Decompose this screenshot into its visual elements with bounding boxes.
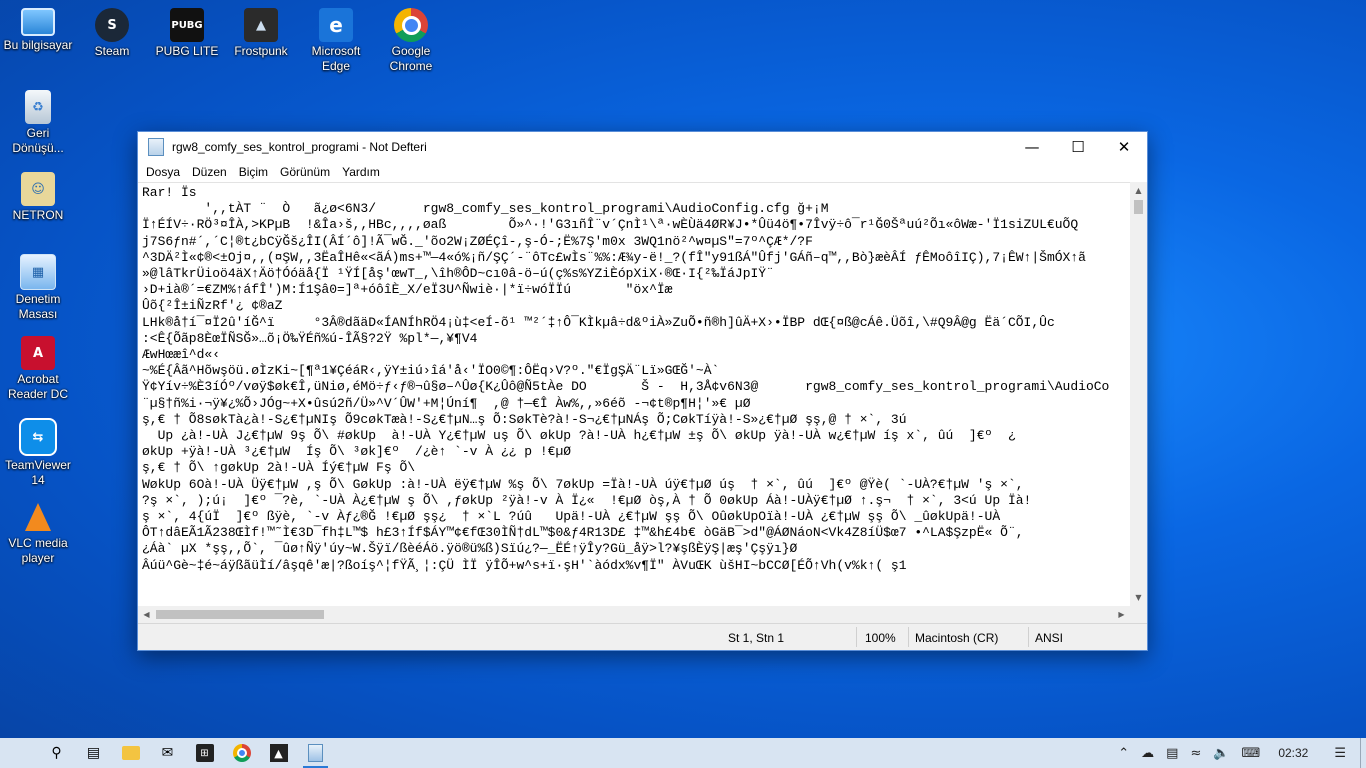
status-bar: St 1, Stn 1 100% Macintosh (CR) ANSI bbox=[138, 623, 1147, 650]
desktop-icon-label: Frostpunk bbox=[234, 44, 287, 58]
encoding: ANSI bbox=[1035, 631, 1063, 645]
notepad-icon bbox=[308, 744, 323, 762]
search-button[interactable]: ⚲ bbox=[38, 738, 75, 768]
desktop-icon-label: VLC media player bbox=[8, 536, 67, 565]
edge-icon: e bbox=[319, 8, 353, 42]
taskbar-calculator[interactable]: ⊞ bbox=[186, 738, 223, 768]
zoom-level: 100% bbox=[865, 631, 896, 645]
taskbar-chrome[interactable] bbox=[223, 738, 260, 768]
taskbar-photos[interactable]: ▲ bbox=[260, 738, 297, 768]
volume-icon[interactable]: 🔈 bbox=[1207, 746, 1235, 761]
window-title: rgw8_comfy_ses_kontrol_programi - Not De… bbox=[172, 140, 1009, 154]
window-titlebar[interactable]: rgw8_comfy_ses_kontrol_programi - Not De… bbox=[138, 132, 1147, 162]
desktop-icon-teamviewer[interactable]: ⇆ TeamViewer 14 bbox=[0, 418, 76, 488]
recycle-bin-icon: ♻ bbox=[25, 90, 51, 124]
menu-format[interactable]: Biçim bbox=[233, 165, 274, 179]
clock[interactable]: 02:32 bbox=[1266, 746, 1320, 760]
desktop-icon-control-panel[interactable]: ▦ Denetim Masası bbox=[0, 254, 76, 322]
desktop-icon-steam[interactable]: S Steam bbox=[74, 8, 150, 59]
status-divider bbox=[856, 627, 857, 647]
notification-icon[interactable]: ☰ bbox=[1320, 746, 1360, 761]
desktop-icon-label: Geri Dönüşü... bbox=[12, 126, 63, 155]
menu-bar: Dosya Düzen Biçim Görünüm Yardım bbox=[138, 162, 1147, 182]
desktop-icon-pubg[interactable]: PUBG PUBG LITE bbox=[149, 8, 225, 59]
keyboard-icon[interactable]: ⌨ bbox=[1236, 746, 1267, 761]
desktop-icon-label: Denetim Masası bbox=[16, 292, 61, 321]
photos-icon: ▲ bbox=[270, 744, 288, 762]
desktop-icon-label: Google Chrome bbox=[390, 44, 433, 73]
maximize-button[interactable]: ☐ bbox=[1055, 132, 1101, 162]
desktop-icon-acrobat[interactable]: A Acrobat Reader DC bbox=[0, 336, 76, 402]
desktop-icon-vlc[interactable]: VLC media player bbox=[0, 500, 76, 566]
desktop-icon-label: NETRON bbox=[13, 208, 64, 222]
mail-icon: ✉ bbox=[159, 744, 177, 762]
task-view-button[interactable]: ▤ bbox=[75, 738, 112, 768]
desktop-icon-chrome[interactable]: Google Chrome bbox=[373, 8, 449, 74]
notepad-icon bbox=[148, 138, 164, 156]
cursor-position: St 1, Stn 1 bbox=[728, 631, 784, 645]
horizontal-scroll-thumb[interactable] bbox=[156, 610, 324, 619]
chrome-icon bbox=[394, 8, 428, 42]
desktop-icon-label: Acrobat Reader DC bbox=[8, 372, 68, 401]
menu-file[interactable]: Dosya bbox=[140, 165, 186, 179]
notepad-window[interactable]: rgw8_comfy_ses_kontrol_programi - Not De… bbox=[137, 131, 1148, 651]
wifi-icon[interactable]: ≈ bbox=[1184, 746, 1207, 761]
desktop-icon-edge[interactable]: e Microsoft Edge bbox=[298, 8, 374, 74]
search-icon: ⚲ bbox=[48, 744, 66, 762]
scrollbar-corner bbox=[1130, 606, 1147, 623]
system-tray: ⌃ ☁ ▤ ≈ 🔈 ⌨ 02:32 ☰ bbox=[1112, 738, 1366, 768]
status-divider bbox=[908, 627, 909, 647]
minimize-button[interactable]: — bbox=[1009, 132, 1055, 162]
desktop-icon-label: Bu bilgisayar bbox=[4, 38, 73, 52]
taskbar-mail[interactable]: ✉ bbox=[149, 738, 186, 768]
menu-view[interactable]: Görünüm bbox=[274, 165, 336, 179]
taskbar-notepad[interactable] bbox=[297, 738, 334, 768]
calculator-icon: ⊞ bbox=[196, 744, 214, 762]
scroll-right-icon[interactable]: ▶ bbox=[1113, 606, 1130, 623]
scroll-down-icon[interactable]: ▼ bbox=[1130, 589, 1147, 606]
desktop-icon-recycle-bin[interactable]: ♻ Geri Dönüşü... bbox=[0, 90, 76, 156]
pubg-icon: PUBG bbox=[170, 8, 204, 42]
teamviewer-icon: ⇆ bbox=[19, 418, 57, 456]
start-button[interactable] bbox=[0, 738, 38, 768]
menu-edit[interactable]: Düzen bbox=[186, 165, 233, 179]
chevron-up-icon[interactable]: ⌃ bbox=[1112, 746, 1135, 761]
desktop-icon-label: TeamViewer 14 bbox=[5, 458, 71, 487]
steam-icon: S bbox=[95, 8, 129, 42]
vertical-scroll-thumb[interactable] bbox=[1134, 200, 1143, 214]
scroll-left-icon[interactable]: ◀ bbox=[138, 606, 155, 623]
desktop-icon-label: Microsoft Edge bbox=[312, 44, 361, 73]
desktop-icon-this-pc[interactable]: Bu bilgisayar bbox=[0, 8, 76, 53]
onedrive-icon[interactable]: ☁ bbox=[1135, 746, 1160, 761]
computer-icon bbox=[21, 8, 55, 36]
task-view-icon: ▤ bbox=[85, 744, 103, 762]
vlc-icon bbox=[21, 500, 55, 534]
network-icon[interactable]: ▤ bbox=[1160, 746, 1184, 761]
scroll-up-icon[interactable]: ▲ bbox=[1130, 182, 1147, 199]
desktop-icon-netron[interactable]: ☺ NETRON bbox=[0, 172, 76, 223]
taskbar-file-explorer[interactable] bbox=[112, 738, 149, 768]
status-divider bbox=[1028, 627, 1029, 647]
close-button[interactable]: ✕ bbox=[1101, 132, 1147, 162]
desktop-icon-frostpunk[interactable]: ▲ Frostpunk bbox=[223, 8, 299, 59]
netron-icon: ☺ bbox=[21, 172, 55, 206]
start-icon bbox=[11, 745, 27, 761]
menu-help[interactable]: Yardım bbox=[336, 165, 386, 179]
vertical-scrollbar[interactable]: ▲ ▼ bbox=[1130, 182, 1147, 606]
acrobat-icon: A bbox=[21, 336, 55, 370]
frostpunk-icon: ▲ bbox=[244, 8, 278, 42]
file-explorer-icon bbox=[122, 746, 140, 760]
text-editor[interactable]: Rar! Ïs ',,tÀT ¨ Ò ã¿ø<6N3/ rgw8_co… bbox=[138, 182, 1130, 607]
chrome-icon bbox=[233, 744, 251, 762]
desktop-icon-label: Steam bbox=[95, 44, 130, 58]
line-ending: Macintosh (CR) bbox=[915, 631, 998, 645]
desktop-icon-label: PUBG LITE bbox=[156, 44, 219, 58]
horizontal-scrollbar[interactable]: ◀ ▶ bbox=[138, 606, 1130, 623]
show-desktop-button[interactable] bbox=[1360, 738, 1366, 768]
editor-content[interactable]: Rar! Ïs ',,tÀT ¨ Ò ã¿ø<6N3/ rgw8_co… bbox=[138, 183, 1130, 574]
taskbar: ⚲ ▤ ✉ ⊞ ▲ ⌃ ☁ ▤ ≈ 🔈 ⌨ 02:32 ☰ bbox=[0, 738, 1366, 768]
control-panel-icon: ▦ bbox=[20, 254, 56, 290]
